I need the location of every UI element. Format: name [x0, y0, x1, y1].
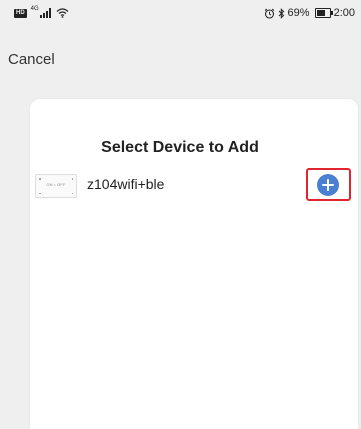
add-device-button[interactable]: [306, 168, 351, 201]
status-time: 2:00: [333, 7, 355, 19]
battery-icon: [314, 8, 333, 18]
alarm-icon: [264, 8, 274, 19]
battery-percent: 69%: [287, 7, 310, 19]
status-right: 69% 2:00: [264, 7, 355, 19]
device-name: z104wifi+ble: [87, 176, 165, 192]
thumb-dot: [39, 178, 41, 180]
thumb-dot: [71, 192, 73, 194]
network-type: 4G: [30, 6, 39, 12]
thumb-dot: [71, 178, 73, 180]
thumb-dot: [39, 192, 41, 194]
status-left: HD 4G: [14, 6, 69, 18]
battery-fill: [316, 10, 325, 16]
card-title: Select Device to Add: [101, 139, 259, 156]
hd-badge: HD: [14, 8, 27, 18]
thumb-label: ON • OFF: [46, 182, 66, 187]
status-bar: HD 4G 69% 2:00: [0, 0, 361, 30]
select-device-card: Select Device to Add ON • OFF z104wifi+b…: [30, 99, 358, 429]
wifi-icon: [56, 8, 69, 18]
device-row[interactable]: ON • OFF z104wifi+ble: [30, 164, 358, 204]
bluetooth-icon: [278, 7, 284, 19]
cancel-button[interactable]: Cancel: [8, 51, 55, 68]
battery-tip: [330, 11, 333, 15]
device-thumbnail: ON • OFF: [35, 174, 77, 198]
signal-icon: [39, 8, 51, 18]
plus-circle-icon[interactable]: [317, 174, 339, 196]
